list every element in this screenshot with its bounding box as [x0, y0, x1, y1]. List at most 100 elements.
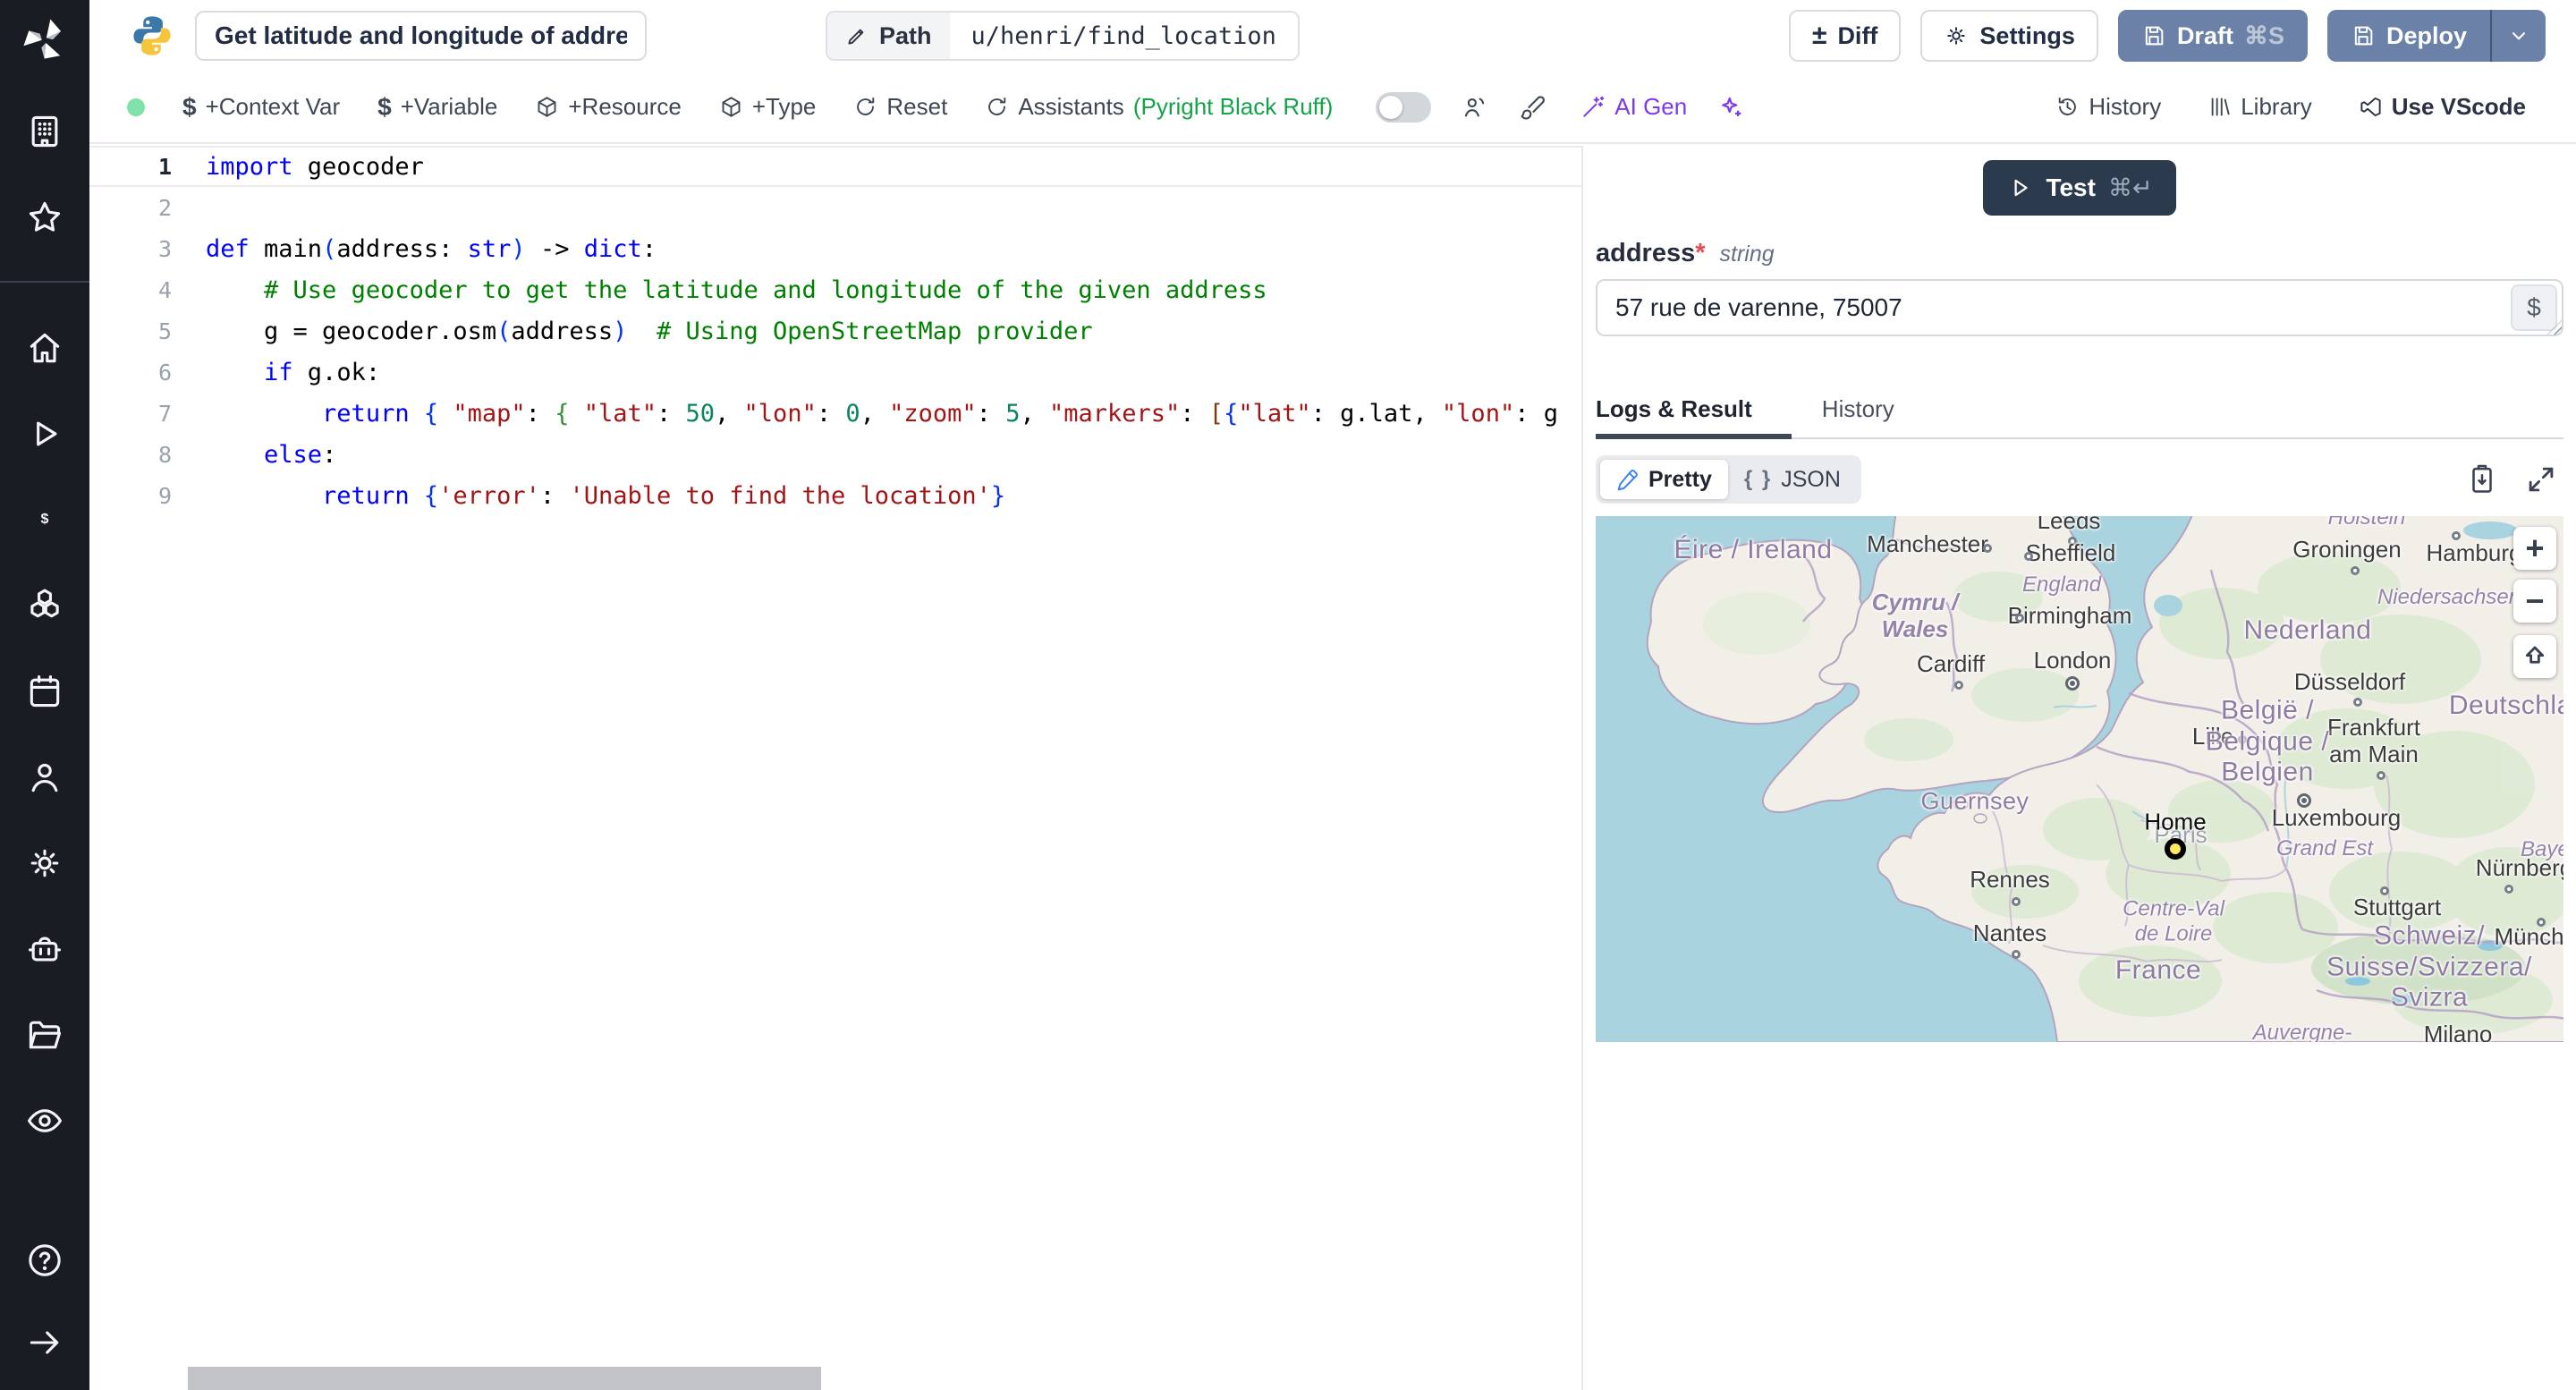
code-line[interactable]: 7 return { "map": { "lat": 50, "lon": 0,…: [89, 393, 1581, 434]
tab-logs-result[interactable]: Logs & Result: [1596, 386, 1792, 439]
code-line[interactable]: 6 if g.ok:: [89, 352, 1581, 393]
toolbar-item-label: Use VScode: [2391, 93, 2526, 120]
sidebar-item-eye[interactable]: [24, 1100, 65, 1141]
plus-minus-icon: ±: [1811, 21, 1827, 50]
help-icon: [29, 1244, 61, 1276]
code-line-content[interactable]: # Use geocoder to get the latitude and l…: [175, 276, 1581, 304]
script-path[interactable]: Path u/henri/find_location: [826, 11, 1300, 61]
arrow-right-icon: [30, 1331, 59, 1354]
sidebar-item-cubes[interactable]: [24, 585, 65, 626]
pretty-view-button[interactable]: Pretty: [1600, 460, 1728, 499]
code-line[interactable]: 9 return {'error': 'Unable to find the l…: [89, 475, 1581, 516]
script-title-input[interactable]: [195, 11, 647, 61]
sidebar-item-gear[interactable]: [24, 843, 65, 884]
address-input[interactable]: [1596, 279, 2563, 336]
code-line[interactable]: 8 else:: [89, 434, 1581, 475]
sidebar-item-folder[interactable]: [24, 1014, 65, 1055]
toolbar-item-resource[interactable]: +Resource: [535, 93, 682, 121]
result-map[interactable]: Leeds Manchester Sheffield Birmingham Cardif…: [1596, 516, 2563, 1042]
code-line[interactable]: 1 import geocoder: [89, 146, 1581, 187]
pen-icon: [1617, 470, 1638, 491]
collaboration-icon[interactable]: [1462, 94, 1488, 121]
diff-label: Diff: [1837, 21, 1878, 49]
windmill-logo-icon[interactable]: [19, 14, 71, 66]
sidebar-item-calendar[interactable]: [24, 671, 65, 712]
toolbar-item-variable[interactable]: $ +Variable: [377, 93, 497, 122]
code-line-content[interactable]: import geocoder: [175, 153, 1581, 181]
code-line[interactable]: 5 g = geocoder.osm(address) # Using Open…: [89, 310, 1581, 352]
settings-label: Settings: [1979, 21, 2075, 49]
braces-icon: { }: [1743, 467, 1773, 491]
code-line-content[interactable]: return { "map": { "lat": 50, "lon": 0, "…: [175, 400, 1581, 428]
magic-wand-icon: [1583, 96, 1605, 117]
deploy-options-button[interactable]: [2490, 10, 2546, 62]
sidebar-item-arrow-right[interactable]: [24, 1322, 65, 1363]
user-icon: [31, 763, 58, 792]
sidebar-item-building[interactable]: [24, 111, 65, 152]
deploy-button[interactable]: Deploy: [2327, 10, 2490, 62]
status-dot: [127, 97, 145, 116]
format-brush-icon[interactable]: [1519, 94, 1546, 121]
history-icon: [2059, 97, 2077, 115]
expand-icon[interactable]: [2524, 462, 2558, 496]
map-city-dot: [2380, 886, 2389, 895]
map-zoom-out-button[interactable]: −: [2513, 580, 2556, 623]
code-line-content[interactable]: else:: [175, 441, 1581, 469]
code-line[interactable]: 2: [89, 187, 1581, 228]
diff-button[interactable]: ± Diff: [1788, 10, 1902, 62]
copy-result-icon[interactable]: [2465, 462, 2499, 496]
map-zoom-in-button[interactable]: +: [2513, 527, 2556, 570]
gear-icon: [1947, 27, 1966, 45]
code-editor[interactable]: 1 import geocoder 2 3 def main(address: str)…: [89, 146, 1581, 1390]
library-icon: [2211, 97, 2230, 116]
home-marker-label: Home: [2144, 808, 2207, 835]
eye-icon: [28, 1109, 62, 1132]
map-city-dot: [2015, 614, 2024, 623]
tab-history[interactable]: History: [1822, 386, 1894, 437]
path-edit-button[interactable]: Path: [827, 13, 950, 59]
sidebar-item-dollar[interactable]: $: [24, 499, 65, 540]
settings-button[interactable]: Settings: [1920, 10, 2098, 62]
gear-icon: [30, 849, 59, 877]
code-line-content[interactable]: def main(address: str) -> dict:: [175, 235, 1581, 263]
run-panel: Test ⌘↵ address* string $ Logs & Result …: [1581, 146, 2576, 1390]
code-line-content[interactable]: if g.ok:: [175, 359, 1581, 386]
map-recenter-button[interactable]: [2513, 635, 2556, 678]
line-number: 9: [157, 482, 172, 509]
toolbar-item-usevscode[interactable]: Use VScode: [2359, 93, 2526, 121]
toolbar-item-label: Library: [2241, 93, 2312, 120]
json-view-button[interactable]: { } JSON: [1728, 460, 1857, 499]
sidebar-item-user[interactable]: [24, 757, 65, 798]
multiplayer-toggle[interactable]: [1376, 91, 1432, 123]
toolbar-item-reset[interactable]: Reset: [853, 93, 947, 121]
ai-gen-label: AI Gen: [1614, 93, 1688, 120]
insert-variable-button[interactable]: $: [2511, 284, 2557, 331]
code-line[interactable]: 4 # Use geocoder to get the latitude and…: [89, 269, 1581, 310]
toolbar-item-history[interactable]: History: [2055, 93, 2161, 121]
toolbar-item-assistants[interactable]: Assistants: [985, 93, 1124, 121]
app-sidebar: $: [0, 0, 89, 1390]
cubes-icon: [30, 589, 59, 618]
toolbar-item-contextvar[interactable]: $ +Context Var: [182, 93, 340, 122]
sidebar-item-help[interactable]: [24, 1240, 65, 1281]
line-number: 4: [157, 276, 172, 303]
draft-button[interactable]: Draft ⌘S: [2117, 10, 2308, 62]
editor-horizontal-scrollbar[interactable]: [188, 1367, 821, 1390]
sidebar-item-star[interactable]: [24, 197, 65, 238]
sparkles-icon[interactable]: [1717, 94, 1744, 121]
code-line[interactable]: 3 def main(address: str) -> dict:: [89, 228, 1581, 269]
ai-gen-button[interactable]: AI Gen: [1581, 93, 1687, 121]
arg-required-star: *: [1695, 239, 1706, 267]
home-marker[interactable]: [2165, 838, 2186, 860]
code-line-content[interactable]: return {'error': 'Unable to find the loc…: [175, 482, 1581, 510]
test-shortcut: ⌘↵: [2107, 174, 2153, 201]
test-button[interactable]: Test ⌘↵: [1983, 160, 2176, 216]
map-city-ring: [2065, 676, 2080, 691]
sidebar-item-home[interactable]: [24, 327, 65, 369]
sidebar-item-play[interactable]: [24, 413, 65, 454]
toolbar-item-library[interactable]: Library: [2207, 93, 2312, 121]
sidebar-item-robot[interactable]: [24, 928, 65, 970]
toolbar-item-label: +Resource: [568, 93, 682, 120]
toolbar-item-type[interactable]: +Type: [719, 93, 816, 121]
code-line-content[interactable]: g = geocoder.osm(address) # Using OpenSt…: [175, 318, 1581, 345]
